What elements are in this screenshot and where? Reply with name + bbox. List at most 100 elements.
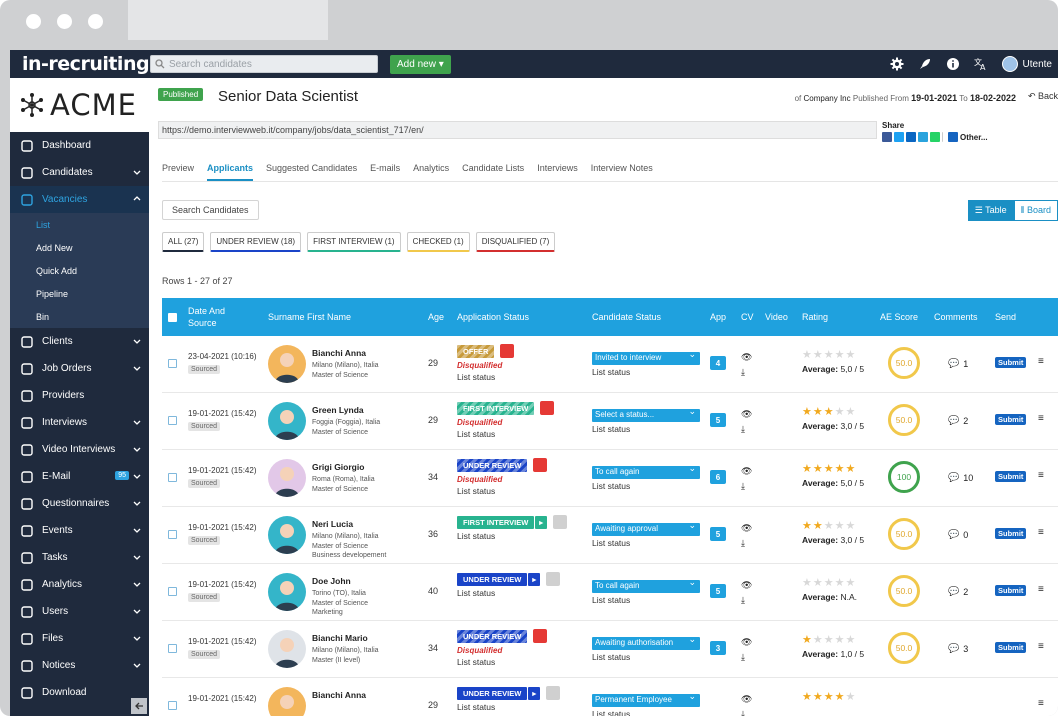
app-count[interactable]: 5	[710, 584, 726, 598]
chevron-down-icon[interactable]	[133, 472, 141, 483]
tab-e-mails[interactable]: E-mails	[370, 163, 400, 181]
candidate-avatar[interactable]	[268, 516, 306, 554]
row-menu-icon[interactable]: ≡	[1038, 698, 1044, 709]
share-other-link[interactable]: Other...	[960, 133, 988, 142]
comments[interactable]: 💬 10	[948, 472, 973, 483]
download-icon[interactable]: ⤓	[741, 422, 752, 437]
disqualify-active-icon[interactable]	[533, 629, 548, 643]
col-app-status[interactable]: Application Status	[457, 298, 529, 336]
linkedin-icon[interactable]	[906, 132, 916, 142]
candidate-name[interactable]: Bianchi Anna	[312, 690, 366, 700]
chevron-down-icon[interactable]	[133, 607, 141, 618]
company-link[interactable]: Company Inc	[804, 94, 851, 103]
stage-next-button[interactable]: ▸	[528, 572, 541, 586]
download-icon[interactable]: ⤓	[741, 479, 752, 494]
star-icon[interactable]: ★	[802, 406, 813, 418]
stage-badge[interactable]: UNDER REVIEW	[457, 686, 528, 700]
chevron-down-icon[interactable]	[133, 337, 141, 348]
row-menu-icon[interactable]: ≡	[1038, 413, 1044, 424]
chevron-down-icon[interactable]	[133, 445, 141, 456]
row-checkbox[interactable]	[168, 587, 177, 596]
sidebar-item-providers[interactable]: Providers	[10, 382, 149, 409]
candidate-name[interactable]: Green Lynda	[312, 405, 364, 415]
star-rating[interactable]: ★★★★★	[802, 634, 864, 646]
col-send[interactable]: Send	[995, 298, 1016, 336]
list-status-link[interactable]: List status	[457, 657, 547, 667]
candidate-status-select[interactable]: Invited to interview	[592, 349, 700, 365]
gear-icon[interactable]	[890, 57, 904, 71]
star-icon[interactable]: ★	[813, 577, 824, 589]
col-cv[interactable]: CV	[741, 298, 754, 336]
star-icon[interactable]: ★	[802, 520, 813, 532]
star-icon[interactable]: ★	[813, 463, 824, 475]
sidebar-item-questionnaires[interactable]: Questionnaires	[10, 490, 149, 517]
app-logo[interactable]: in-recruiting	[10, 53, 150, 75]
star-icon[interactable]: ★	[835, 691, 846, 703]
star-icon[interactable]: ★	[813, 406, 824, 418]
star-rating[interactable]: ★★★★★	[802, 349, 864, 361]
candidate-status-select[interactable]: Awaiting authorisation	[592, 634, 700, 650]
col-rating[interactable]: Rating	[802, 298, 828, 336]
app-count[interactable]: 3	[710, 641, 726, 655]
star-icon[interactable]: ★	[824, 406, 835, 418]
stage-next-button[interactable]: ▸	[535, 515, 548, 529]
job-url-field[interactable]: https://demo.interviewweb.it/company/job…	[158, 121, 877, 139]
candidate-avatar[interactable]	[268, 459, 306, 497]
disqualify-active-icon[interactable]	[500, 344, 515, 358]
chevron-down-icon[interactable]	[133, 553, 141, 564]
chevron-down-icon[interactable]	[133, 661, 141, 672]
candidate-status-select[interactable]: Permanent Employee	[592, 691, 700, 707]
candidate-name[interactable]: Neri Lucia	[312, 519, 353, 529]
star-icon[interactable]: ★	[835, 520, 846, 532]
disqualify-icon[interactable]	[553, 515, 568, 529]
star-icon[interactable]: ★	[846, 634, 857, 646]
col-date[interactable]: Date And Source	[188, 298, 248, 336]
app-count[interactable]: 4	[710, 356, 726, 370]
list-status-link[interactable]: List status	[457, 702, 560, 712]
download-icon[interactable]: ⤓	[741, 593, 752, 608]
row-menu-icon[interactable]: ≡	[1038, 527, 1044, 538]
row-checkbox[interactable]	[168, 701, 177, 710]
row-checkbox[interactable]	[168, 644, 177, 653]
candidate-status-select[interactable]: To call again	[592, 577, 700, 593]
star-icon[interactable]: ★	[824, 463, 835, 475]
app-count[interactable]: 5	[710, 413, 726, 427]
col-ae-score[interactable]: AE Score	[880, 298, 918, 336]
disqualify-icon[interactable]	[546, 572, 561, 586]
filter-3[interactable]: CHECKED (1)	[406, 232, 470, 252]
row-checkbox[interactable]	[168, 416, 177, 425]
candidate-search-input[interactable]: Search candidates	[150, 55, 378, 73]
board-view-button[interactable]: ⫴ Board	[1013, 200, 1058, 221]
disqualify-icon[interactable]	[546, 686, 561, 700]
submenu-item-add-new[interactable]: Add New	[10, 236, 149, 259]
close-dot[interactable]	[26, 14, 41, 29]
candidate-name[interactable]: Bianchi Anna	[312, 348, 366, 358]
chevron-down-icon[interactable]	[133, 418, 141, 429]
row-menu-icon[interactable]: ≡	[1038, 470, 1044, 481]
candidate-list-status-link[interactable]: List status	[592, 652, 700, 662]
submenu-item-list[interactable]: List	[10, 213, 149, 236]
submit-button[interactable]: Submit	[995, 357, 1027, 368]
submit-button[interactable]: Submit	[995, 642, 1027, 653]
chevron-up-icon[interactable]	[133, 195, 141, 206]
sidebar-item-notices[interactable]: Notices	[10, 652, 149, 679]
candidate-status-select[interactable]: To call again	[592, 463, 700, 479]
star-icon[interactable]: ★	[813, 691, 824, 703]
stage-badge[interactable]: FIRST INTERVIEW	[457, 515, 535, 529]
candidate-list-status-link[interactable]: List status	[592, 367, 700, 377]
plus-icon[interactable]	[948, 132, 958, 142]
eye-icon[interactable]: 👁	[741, 635, 752, 650]
submenu-item-bin[interactable]: Bin	[10, 305, 149, 328]
comments[interactable]: 💬 0	[948, 529, 968, 540]
tab-candidate-lists[interactable]: Candidate Lists	[462, 163, 524, 181]
submit-button[interactable]: Submit	[995, 528, 1027, 539]
submit-button[interactable]: Submit	[995, 414, 1027, 425]
back-button[interactable]: ↶ Back	[1028, 91, 1058, 102]
chevron-down-icon[interactable]	[133, 499, 141, 510]
stage-badge[interactable]: UNDER REVIEW	[457, 458, 528, 472]
list-status-link[interactable]: List status	[457, 372, 514, 382]
candidate-name[interactable]: Grigi Giorgio	[312, 462, 364, 472]
translate-icon[interactable]: 文A	[974, 57, 988, 71]
row-checkbox[interactable]	[168, 473, 177, 482]
eye-icon[interactable]: 👁	[741, 464, 752, 479]
